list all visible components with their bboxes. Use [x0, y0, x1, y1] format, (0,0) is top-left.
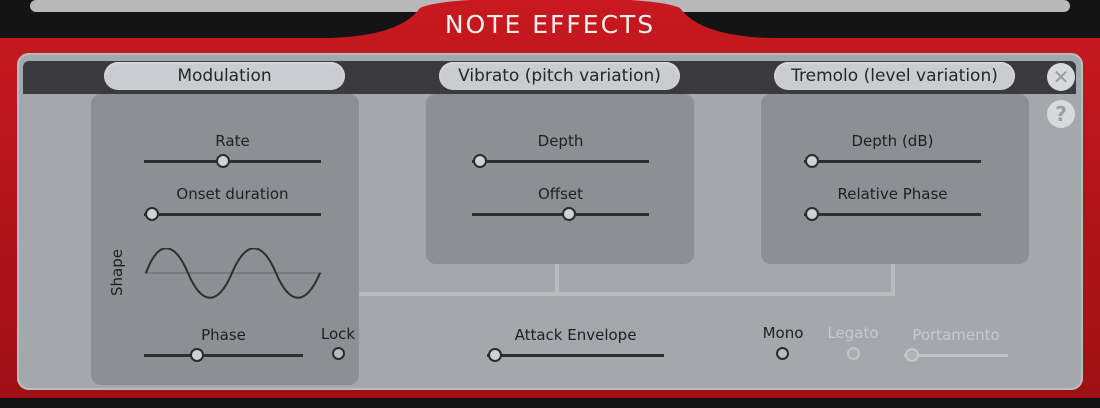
attack-envelope-slider-handle[interactable] — [488, 348, 502, 362]
help-icon[interactable]: ? — [1047, 100, 1075, 128]
tab-vibrato[interactable]: Vibrato (pitch variation) — [439, 62, 680, 90]
lock-checkbox[interactable] — [332, 347, 345, 360]
shape-waveform[interactable] — [144, 248, 322, 300]
vibrato-offset-slider-handle[interactable] — [561, 207, 576, 221]
tremolo-depth-slider[interactable] — [804, 160, 981, 163]
tab-tremolo[interactable]: Tremolo (level variation) — [774, 62, 1015, 90]
tab-modulation[interactable]: Modulation — [104, 62, 345, 90]
onset-duration-label: Onset duration — [176, 185, 289, 203]
lock-label: Lock — [320, 325, 356, 343]
dialog-title: NOTE EFFECTS — [444, 10, 656, 39]
rate-slider[interactable] — [144, 160, 321, 163]
attack-envelope-label: Attack Envelope — [514, 326, 637, 344]
connector-line — [359, 292, 559, 296]
vibrato-depth-slider-handle[interactable] — [473, 154, 487, 168]
legato-label: Legato — [827, 324, 879, 342]
rate-label: Rate — [215, 132, 250, 150]
onset-duration-slider-handle[interactable] — [145, 207, 159, 221]
attack-envelope-slider[interactable] — [487, 354, 664, 357]
onset-duration-slider[interactable] — [144, 213, 321, 216]
phase-slider-handle[interactable] — [189, 348, 204, 362]
phase-slider[interactable] — [144, 354, 303, 357]
portamento-slider-handle[interactable] — [905, 348, 919, 362]
vibrato-box — [426, 94, 694, 264]
vibrato-offset-slider[interactable] — [472, 213, 649, 216]
portamento-label: Portamento — [912, 326, 1000, 344]
connector-line — [555, 264, 559, 294]
shape-label: Shape — [108, 249, 126, 296]
portamento-slider[interactable] — [904, 354, 1008, 357]
close-icon[interactable]: ✕ — [1047, 63, 1075, 91]
phase-label: Phase — [201, 326, 246, 344]
connector-line — [891, 264, 895, 294]
legato-radio[interactable] — [847, 347, 860, 360]
vibrato-offset-label: Offset — [537, 185, 584, 203]
vibrato-depth-label: Depth — [537, 132, 584, 150]
mono-radio[interactable] — [776, 347, 789, 360]
mono-label: Mono — [762, 324, 804, 342]
tremolo-box — [761, 94, 1029, 264]
relative-phase-slider-handle[interactable] — [805, 207, 819, 221]
rate-slider-handle[interactable] — [215, 154, 230, 168]
tremolo-depth-slider-handle[interactable] — [805, 154, 819, 168]
relative-phase-slider[interactable] — [804, 213, 981, 216]
connector-line — [559, 292, 895, 296]
relative-phase-label: Relative Phase — [837, 185, 948, 203]
vibrato-depth-slider[interactable] — [472, 160, 649, 163]
tremolo-depth-label: Depth (dB) — [851, 132, 934, 150]
